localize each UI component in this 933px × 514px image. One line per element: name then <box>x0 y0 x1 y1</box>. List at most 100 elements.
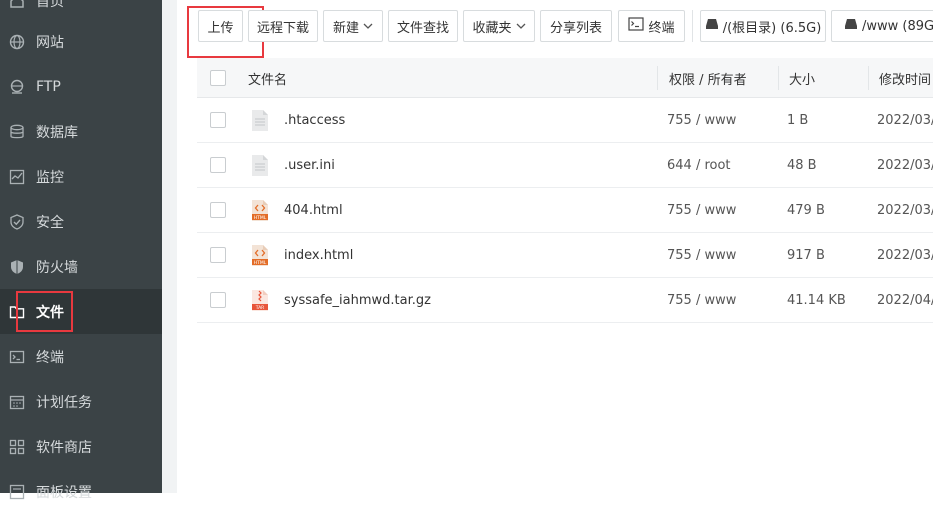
terminal-button[interactable]: 终端 <box>618 10 685 42</box>
file-name[interactable]: .user.ini <box>284 143 335 188</box>
table-row[interactable]: TAR syssafe_iahmwd.tar.gz 755 / www 41.1… <box>197 278 933 323</box>
archive-file-icon: TAR <box>251 289 269 312</box>
sidebar-item-security[interactable]: 安全 <box>0 199 162 244</box>
file-permission[interactable]: 755 / www <box>667 278 736 323</box>
disk-root-label: /(根目录) (6.5G) <box>722 20 822 36</box>
sidebar: 首页 网站 FTP 数据库 监控 安全 防火墙 文件 终端 计划任务 软件商店 … <box>0 0 162 501</box>
row-checkbox[interactable] <box>210 112 226 128</box>
sidebar-item-label: 计划任务 <box>36 394 92 411</box>
sidebar-item-label: 数据库 <box>36 124 78 141</box>
file-size: 41.14 KB <box>787 293 846 308</box>
file-search-button[interactable]: 文件查找 <box>388 10 458 42</box>
ftp-icon <box>9 79 25 95</box>
favorites-button[interactable]: 收藏夹 <box>463 10 535 42</box>
file-modified: 2022/03/1 <box>877 203 933 218</box>
share-list-button[interactable]: 分享列表 <box>540 10 612 42</box>
database-icon <box>9 124 25 140</box>
column-divider <box>657 66 658 90</box>
remote-download-button[interactable]: 远程下载 <box>248 10 318 42</box>
file-size: 917 B <box>787 248 825 263</box>
text-file-icon <box>251 109 269 132</box>
settings-icon <box>9 484 25 500</box>
select-all-checkbox[interactable] <box>210 70 226 86</box>
svg-text:HTML: HTML <box>254 215 267 221</box>
sidebar-item-label: FTP <box>36 78 61 95</box>
row-checkbox[interactable] <box>210 247 226 263</box>
file-search-label: 文件查找 <box>396 20 449 36</box>
file-modified: 2022/03/1 <box>877 113 933 128</box>
disk-icon <box>844 18 858 34</box>
html-file-icon: HTML <box>251 244 269 267</box>
file-permission[interactable]: 644 / root <box>667 143 731 188</box>
sidebar-item-database[interactable]: 数据库 <box>0 109 162 154</box>
shield-check-icon <box>9 213 25 230</box>
share-list-label: 分享列表 <box>549 20 602 36</box>
sidebar-item-app-store[interactable]: 软件商店 <box>0 424 162 469</box>
svg-text:HTML: HTML <box>254 260 267 266</box>
file-permission[interactable]: 755 / www <box>667 188 736 233</box>
file-modified: 2022/04/0 <box>877 293 933 308</box>
table-row[interactable]: HTML index.html 755 / www 917 B 2022/03/… <box>197 233 933 278</box>
highlight-files-box <box>16 291 73 332</box>
sidebar-item-label: 安全 <box>36 214 64 231</box>
file-modified: 2022/03/1 <box>877 248 933 263</box>
sidebar-item-cron[interactable]: 计划任务 <box>0 379 162 424</box>
globe-icon <box>9 34 25 50</box>
header-modified-time[interactable]: 修改时间 <box>879 58 931 98</box>
column-divider <box>778 66 779 90</box>
main-area: 上传 远程下载 新建 文件查找 收藏夹 分享列表 终端 /(根目录) (6.5G… <box>162 0 933 493</box>
file-size: 1 B <box>787 113 809 128</box>
new-label: 新建 <box>332 20 359 36</box>
header-filename[interactable]: 文件名 <box>248 58 287 98</box>
file-permission[interactable]: 755 / www <box>667 98 736 143</box>
table-row[interactable]: HTML 404.html 755 / www 479 B 2022/03/1 <box>197 188 933 233</box>
calendar-icon <box>9 394 25 410</box>
sidebar-item-label: 软件商店 <box>36 439 92 456</box>
remote-download-label: 远程下载 <box>256 20 309 36</box>
row-checkbox[interactable] <box>210 157 226 173</box>
disk-root-button[interactable]: /(根目录) (6.5G) <box>700 10 826 42</box>
sidebar-item-label: 终端 <box>36 349 64 366</box>
home-icon <box>9 0 25 9</box>
table-row[interactable]: .htaccess 755 / www 1 B 2022/03/1 <box>197 98 933 143</box>
sidebar-item-label: 网站 <box>36 34 64 51</box>
file-size: 479 B <box>787 203 825 218</box>
disk-www-button[interactable]: /www (89G) <box>831 10 933 42</box>
header-size[interactable]: 大小 <box>789 58 815 98</box>
text-file-icon <box>251 154 269 177</box>
sidebar-item-firewall[interactable]: 防火墙 <box>0 244 162 289</box>
disk-www-label: /www (89G) <box>862 18 933 34</box>
chevron-down-icon <box>363 19 373 34</box>
row-checkbox[interactable] <box>210 202 226 218</box>
chevron-down-icon <box>516 19 526 34</box>
sidebar-item-label: 防火墙 <box>36 259 78 276</box>
favorites-label: 收藏夹 <box>472 20 512 36</box>
terminal-label: 终端 <box>648 20 675 36</box>
monitor-icon <box>9 169 25 185</box>
file-modified: 2022/03/1 <box>877 158 933 173</box>
file-name[interactable]: index.html <box>284 233 353 278</box>
column-divider <box>868 66 869 90</box>
sidebar-item-terminal[interactable]: 终端 <box>0 334 162 379</box>
row-checkbox[interactable] <box>210 292 226 308</box>
html-file-icon: HTML <box>251 199 269 222</box>
terminal-icon <box>9 349 25 365</box>
apps-grid-icon <box>9 439 25 455</box>
table-row[interactable]: .user.ini 644 / root 48 B 2022/03/1 <box>197 143 933 188</box>
sidebar-item-website[interactable]: 网站 <box>0 19 162 64</box>
sidebar-item-monitor[interactable]: 监控 <box>0 154 162 199</box>
firewall-shield-icon <box>9 259 25 275</box>
terminal-icon <box>628 17 645 35</box>
svg-text:TAR: TAR <box>255 305 265 311</box>
file-name[interactable]: 404.html <box>284 188 343 233</box>
file-size: 48 B <box>787 158 817 173</box>
new-button[interactable]: 新建 <box>323 10 383 42</box>
sidebar-item-label: 首页 <box>36 0 64 10</box>
sidebar-item-label: 监控 <box>36 169 64 186</box>
file-permission[interactable]: 755 / www <box>667 233 736 278</box>
file-name[interactable]: syssafe_iahmwd.tar.gz <box>284 278 431 323</box>
header-permission-owner[interactable]: 权限 / 所有者 <box>669 58 747 98</box>
file-name[interactable]: .htaccess <box>284 98 345 143</box>
sidebar-item-settings[interactable]: 面板设置 <box>0 469 162 514</box>
sidebar-item-ftp[interactable]: FTP <box>0 64 162 109</box>
